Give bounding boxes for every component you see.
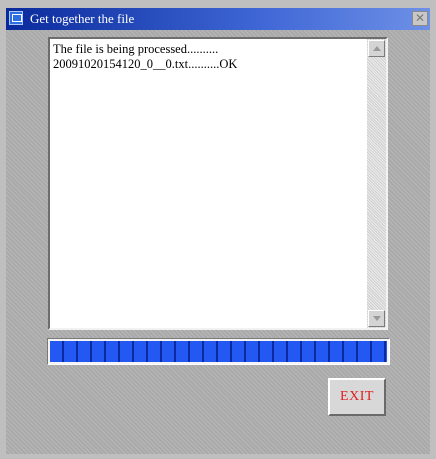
- title-bar[interactable]: Get together the file ✕: [6, 8, 430, 30]
- progress-fill: [50, 341, 387, 362]
- vertical-scrollbar[interactable]: [367, 39, 386, 328]
- window-title: Get together the file: [30, 11, 135, 26]
- log-line: 20091020154120_0__0.txt..........OK: [53, 57, 238, 71]
- log-line: The file is being processed..........: [53, 42, 219, 56]
- progress-bar: [47, 338, 390, 365]
- exit-button[interactable]: EXIT: [328, 378, 386, 416]
- arrow-down-icon: [373, 316, 381, 321]
- close-button[interactable]: ✕: [412, 11, 428, 26]
- scroll-down-button[interactable]: [368, 310, 385, 327]
- window-icon: [9, 11, 23, 25]
- arrow-up-icon: [373, 46, 381, 51]
- log-text: The file is being processed.......... 20…: [53, 42, 363, 72]
- log-textbox[interactable]: The file is being processed.......... 20…: [48, 37, 388, 330]
- scroll-up-button[interactable]: [368, 40, 385, 57]
- file-dialog-window: Get together the file ✕ The file is bein…: [0, 0, 436, 459]
